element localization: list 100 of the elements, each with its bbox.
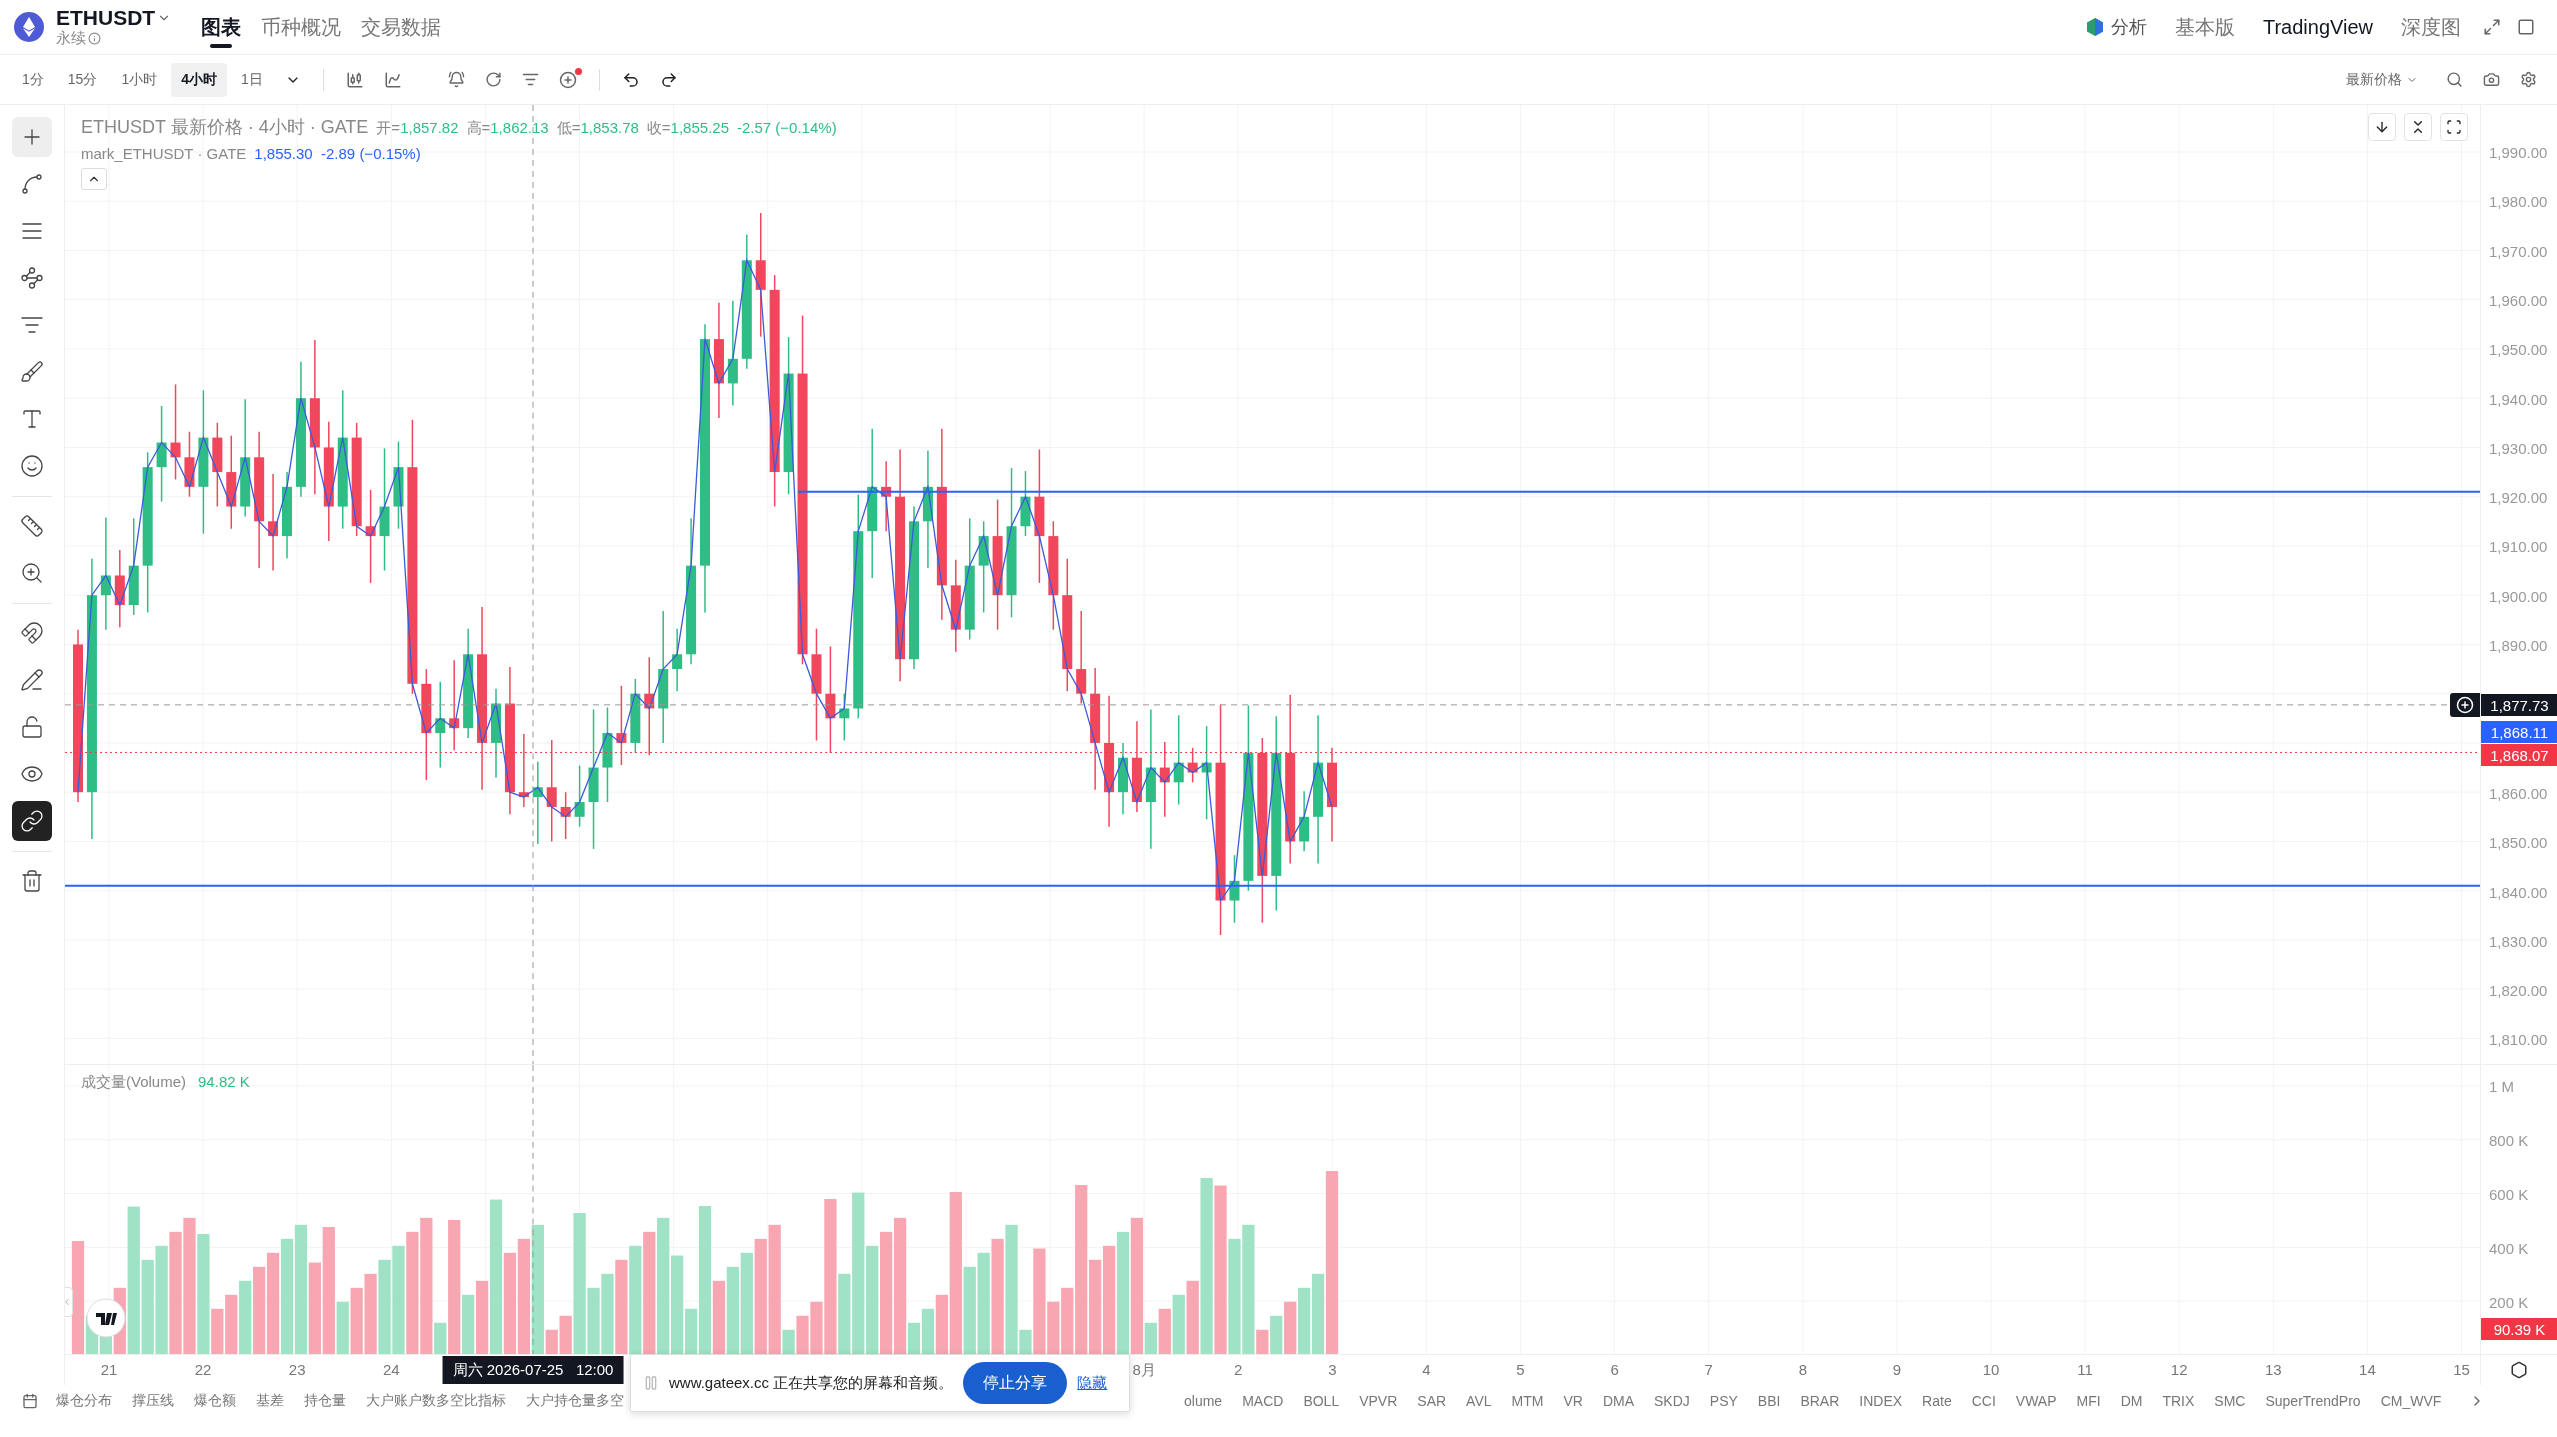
- price-axis-label: 1,810.00: [2489, 1030, 2548, 1048]
- interval-tab[interactable]: 1小时: [111, 62, 168, 97]
- indicator-item[interactable]: SuperTrendPro: [2265, 1393, 2361, 1409]
- mark-price-title: mark_ETHUSDT · GATE: [81, 145, 247, 162]
- indicator-item[interactable]: 撑压线: [132, 1392, 174, 1410]
- price-axis-label: 1,830.00: [2489, 932, 2548, 950]
- indicator-item[interactable]: BBI: [1757, 1393, 1781, 1409]
- time-axis-label: 13: [2264, 1361, 2282, 1378]
- price-axis-label: 1,890.00: [2489, 636, 2548, 654]
- price-axis-label: 1,960.00: [2489, 291, 2548, 309]
- time-axis-label: 10: [1982, 1361, 2000, 1378]
- indicator-item[interactable]: DMA: [1602, 1393, 1634, 1409]
- ohlc-label: 收=: [646, 119, 671, 138]
- interval-tab[interactable]: 1分: [12, 62, 54, 97]
- time-axis-label: 5: [1516, 1361, 1525, 1378]
- header-tab[interactable]: 币种概况: [251, 0, 352, 55]
- indicator-item[interactable]: INDEX: [1859, 1393, 1903, 1409]
- price-axis-label: 1,930.00: [2489, 439, 2548, 457]
- price-tag: 1,868.07: [2481, 744, 2557, 766]
- symbol-name[interactable]: ETHUSDT: [56, 7, 156, 29]
- indicator-item[interactable]: Rate: [1922, 1393, 1952, 1409]
- indicator-item[interactable]: BOLL: [1303, 1393, 1340, 1409]
- indicator-item[interactable]: TRIX: [2162, 1393, 2195, 1409]
- view-tab[interactable]: 基本版: [2160, 13, 2249, 41]
- interval-tab[interactable]: 4小时: [171, 62, 227, 97]
- time-axis-label: 24: [382, 1361, 400, 1378]
- time-axis-label: 11: [2077, 1361, 2093, 1378]
- indicator-item[interactable]: SKDJ: [1654, 1393, 1690, 1409]
- interval-tab[interactable]: 1日: [230, 62, 273, 97]
- time-axis-label: 15: [2453, 1361, 2470, 1378]
- volume-axis-label: 200 K: [2489, 1293, 2529, 1311]
- indicator-item[interactable]: 持仓量: [304, 1392, 346, 1410]
- volume-axis-label: 800 K: [2489, 1131, 2529, 1149]
- price-axis-label: 1,900.00: [2489, 587, 2548, 605]
- ohlc-label: 高=: [466, 119, 491, 138]
- price-tag: 1,877.73: [2481, 694, 2557, 717]
- time-axis-label: 22: [194, 1361, 212, 1378]
- time-axis-label: 8月: [1132, 1361, 1156, 1380]
- stop-sharing-button[interactable]: 停止分享: [963, 1362, 1068, 1404]
- time-axis-label: 14: [2359, 1361, 2376, 1378]
- indicator-item[interactable]: CM_WVF: [2380, 1393, 2442, 1409]
- time-axis-label: 12: [2170, 1361, 2188, 1378]
- time-axis-label: 2: [1234, 1361, 1243, 1378]
- indicator-item[interactable]: DM: [2120, 1393, 2143, 1409]
- ohlc-value: 1,862.13: [490, 119, 549, 136]
- indicator-item[interactable]: MFI: [2076, 1393, 2101, 1409]
- volume-axis-label: 400 K: [2489, 1239, 2529, 1257]
- indicator-item[interactable]: VPVR: [1359, 1393, 1398, 1409]
- header-tab[interactable]: 图表: [191, 0, 252, 55]
- time-axis-label: 6: [1610, 1361, 1619, 1378]
- time-axis-label: 4: [1422, 1361, 1431, 1378]
- price-change: -2.57 (−0.14%): [737, 119, 837, 136]
- ohlc-label: 开=: [376, 119, 401, 138]
- indicator-item[interactable]: 大户账户数多空比指标: [366, 1392, 506, 1410]
- indicator-item[interactable]: MTM: [1511, 1393, 1544, 1409]
- ohlc-value: 1,855.25: [670, 119, 729, 136]
- price-axis-label: 1,860.00: [2489, 784, 2548, 802]
- indicator-item[interactable]: BRAR: [1800, 1393, 1840, 1409]
- contract-type: 永续: [56, 29, 86, 47]
- price-axis-label: 1,990.00: [2489, 143, 2548, 161]
- indicator-item[interactable]: VR: [1563, 1393, 1583, 1409]
- price-axis-label: 1,910.00: [2489, 537, 2548, 555]
- view-tab[interactable]: 深度图: [2387, 13, 2475, 41]
- indicator-item[interactable]: SMC: [2214, 1393, 2246, 1409]
- volume-value: 94.82 K: [198, 1073, 250, 1090]
- ohlc-value: 1,857.82: [400, 119, 459, 136]
- share-message: www.gateex.cc 正在共享您的屏幕和音频。: [669, 1373, 954, 1393]
- indicator-item[interactable]: olume: [1184, 1393, 1223, 1409]
- time-axis-label: 7: [1704, 1361, 1713, 1378]
- time-axis-label: 9: [1892, 1361, 1902, 1378]
- price-axis-label: 1,920.00: [2489, 488, 2548, 506]
- indicator-item[interactable]: 大户持仓量多空: [526, 1392, 624, 1410]
- time-axis-label: 3: [1328, 1361, 1337, 1378]
- header-tab[interactable]: 交易数据: [351, 0, 452, 55]
- price-axis-label: 1,850.00: [2489, 833, 2548, 851]
- indicator-item[interactable]: SAR: [1417, 1393, 1447, 1409]
- price-axis-label: 1,950.00: [2489, 340, 2548, 358]
- volume-tag: 90.39 K: [2481, 1318, 2557, 1340]
- price-axis-label: 1,820.00: [2489, 981, 2548, 999]
- indicator-item[interactable]: CCI: [1971, 1393, 1996, 1409]
- hide-link[interactable]: 隐藏: [1077, 1373, 1108, 1393]
- mark-price-values: 1,855.30 -2.89 (−0.15%): [254, 145, 421, 162]
- indicator-item[interactable]: 爆仓分布: [56, 1392, 112, 1410]
- view-tab[interactable]: TradingView: [2248, 15, 2387, 39]
- price-axis-label: 1,940.00: [2489, 390, 2548, 407]
- time-axis-label: 8: [1798, 1361, 1807, 1378]
- ai-analysis-button[interactable]: 分析: [2084, 15, 2147, 39]
- indicator-item[interactable]: PSY: [1709, 1393, 1738, 1409]
- indicator-item[interactable]: MACD: [1242, 1393, 1284, 1409]
- price-source-dropdown[interactable]: 最新价格: [2340, 69, 2424, 90]
- price-axis-label: 1,970.00: [2489, 242, 2548, 260]
- interval-tab[interactable]: 15分: [57, 62, 108, 97]
- indicator-item[interactable]: 基差: [256, 1392, 284, 1410]
- indicator-item[interactable]: AVL: [1466, 1393, 1492, 1409]
- crosshair-time-label: 周六 2026-07-25 12:00: [442, 1356, 624, 1384]
- indicator-item[interactable]: VWAP: [2015, 1393, 2057, 1409]
- indicator-item[interactable]: 爆仓额: [194, 1392, 236, 1410]
- volume-axis-label: 1 M: [2489, 1077, 2514, 1095]
- time-axis-label: 21: [100, 1361, 118, 1378]
- volume-title: 成交量(Volume): [81, 1073, 187, 1092]
